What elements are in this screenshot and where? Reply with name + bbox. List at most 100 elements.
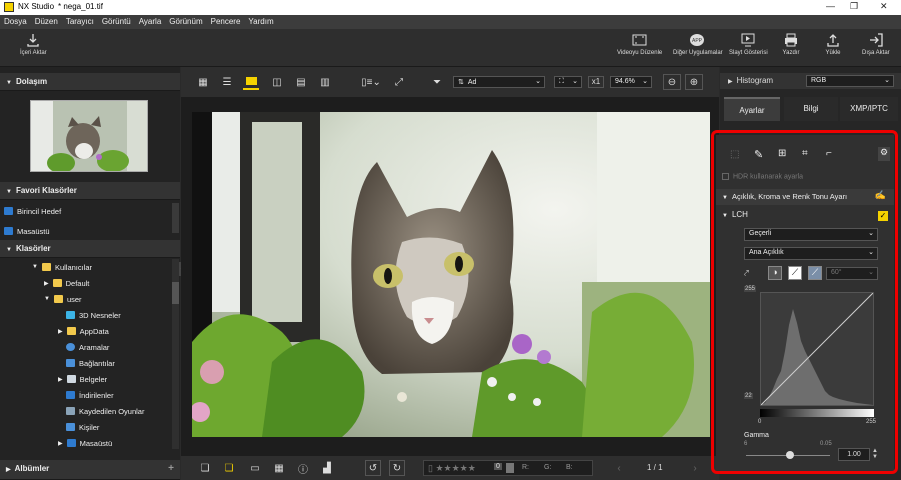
desktop-icon — [4, 227, 13, 235]
export-button[interactable]: Dışa Aktar — [862, 32, 890, 56]
albums-header[interactable]: ▶ Albümler + — [0, 460, 180, 480]
menu-adjust[interactable]: Ayarla — [135, 15, 166, 28]
contacts-icon — [66, 423, 75, 431]
printer-icon — [780, 32, 802, 48]
tree-item[interactable]: Kişiler — [0, 419, 172, 435]
restore-icon[interactable]: ❐ — [850, 1, 858, 12]
favorites-header[interactable]: ▼ Favori Klasörler — [0, 182, 180, 200]
navigation-header[interactable]: ▼ Dolaşım — [0, 73, 180, 91]
zoom-multiplier[interactable]: x1 — [588, 76, 604, 88]
chevron-down-icon: ⌄ — [535, 78, 541, 85]
filmstrip-view-icon[interactable]: ▥ — [317, 74, 333, 90]
prev-icon[interactable]: ‹ — [611, 460, 627, 476]
histogram-icon[interactable]: ▟ — [319, 460, 335, 476]
sort-dropdown[interactable]: ⇅ Ad ⌄ — [453, 76, 545, 88]
menu-edit[interactable]: Düzen — [31, 15, 62, 28]
folder-icon — [66, 327, 76, 335]
favorites-scrollbar[interactable] — [172, 203, 179, 233]
tree-item[interactable]: ▶ Default — [0, 275, 172, 291]
close-icon[interactable]: ✕ — [880, 1, 888, 12]
label-number[interactable]: 0 — [494, 463, 502, 470]
tab-xmp[interactable]: XMP/IPTC — [840, 97, 898, 121]
app-icon: APP — [687, 32, 709, 48]
file-title: * nega_01.tif — [58, 2, 103, 11]
next-icon[interactable]: › — [687, 460, 703, 476]
download-icon — [66, 391, 75, 399]
import-button[interactable]: İçeri Aktar — [20, 32, 47, 56]
compare-view-icon[interactable]: ◫ — [269, 74, 285, 90]
rotate-left-icon[interactable]: ↺ — [365, 460, 381, 476]
menu-view[interactable]: Görünüm — [165, 15, 206, 28]
multi-view-icon[interactable]: ▤ — [293, 74, 309, 90]
main-photo[interactable] — [192, 112, 710, 437]
bottom-toolbar: ❏ ❏ ▭ ▦ ⓘ ▟ ↺ ↻ ▯ ★★★★★ 0 R: G: B: ‹ 1 /… — [181, 456, 719, 480]
app-title: NX Studio — [18, 2, 55, 11]
tree-item[interactable]: Kaydedilen Oyunlar — [0, 403, 172, 419]
single-view-icon[interactable] — [243, 74, 259, 90]
info-icon[interactable]: ⓘ — [295, 460, 311, 476]
menu-browser[interactable]: Tarayıcı — [62, 15, 98, 28]
cube-icon — [66, 311, 75, 319]
zoom-out-icon[interactable]: ⊖ — [663, 74, 681, 90]
full-screen-icon[interactable]: ⤢ — [391, 74, 407, 90]
zoom-in-icon[interactable]: ⊕ — [685, 74, 703, 90]
upload-icon — [822, 32, 844, 48]
tree-item[interactable]: ▶ Belgeler — [0, 371, 172, 387]
tree-item[interactable]: Aramalar — [0, 339, 172, 355]
tree-item[interactable]: ▼ Kullanıcılar — [0, 259, 172, 275]
label-swatch[interactable] — [506, 463, 514, 473]
app-logo-icon — [4, 2, 14, 12]
tree-item[interactable]: ▼ user — [0, 291, 172, 307]
upload-button[interactable]: Yükle — [822, 32, 844, 56]
title-bar: NX Studio * nega_01.tif — ❐ ✕ — [0, 0, 901, 15]
slideshow-button[interactable]: Slayt Gösterisi — [729, 32, 768, 56]
tree-item[interactable]: ▶ AppData — [0, 323, 172, 339]
navigator-thumbnail[interactable] — [30, 100, 148, 172]
other-apps-button[interactable]: APP Diğer Uygulamalar — [673, 32, 723, 56]
grid-view-icon[interactable]: ▦ — [195, 74, 211, 90]
folders-header[interactable]: ▼ Klasörler — [0, 240, 180, 258]
menu-bar: Dosya Düzen Tarayıcı Görüntü Ayarla Görünüm Pe… — [0, 15, 901, 29]
export-icon — [865, 32, 887, 48]
compare-icon[interactable]: ❏ — [221, 460, 237, 476]
chevron-down-icon: ⌄ — [884, 77, 890, 84]
favorite-item[interactable]: Birincil Hedef — [4, 203, 176, 219]
link-icon — [66, 359, 75, 367]
tree-item[interactable]: Bağlantılar — [0, 355, 172, 371]
tree-item[interactable]: İndirilenler — [0, 387, 172, 403]
tab-settings[interactable]: Ayarlar — [724, 97, 780, 121]
rotate-right-icon[interactable]: ↻ — [389, 460, 405, 476]
histogram-channel-dropdown[interactable]: RGB ⌄ — [806, 75, 894, 87]
folder-icon — [41, 263, 51, 271]
folder-icon — [53, 295, 63, 303]
view-toolbar: ▦ ☰ ◫ ▤ ▥ ▯≡⌄ ⤢ ⏷ ⇅ Ad ⌄ ⛶ ⌄ x1 94.6% ⌄ ⊖ ⊕ — [181, 67, 719, 97]
rating-stars[interactable]: ▯ ★★★★★ — [428, 463, 476, 474]
video-edit-icon — [629, 32, 651, 48]
left-panel: ▼ Dolaşım ▼ Favori Klasörler Birincil Hede… — [0, 67, 180, 480]
tree-item[interactable]: 3D Nesneler — [0, 307, 172, 323]
layout-dropdown-icon[interactable]: ▯≡⌄ — [359, 74, 383, 90]
print-button[interactable]: Yazdır — [780, 32, 802, 56]
search-icon — [66, 343, 75, 351]
tab-info[interactable]: Bilgi — [784, 97, 838, 121]
list-view-icon[interactable]: ☰ — [219, 74, 235, 90]
tree-item[interactable]: ▶ Masaüstü — [0, 435, 172, 451]
minimize-icon[interactable]: — — [826, 1, 835, 11]
video-edit-button[interactable]: Videoyu Düzenle — [617, 32, 662, 56]
add-album-icon[interactable]: + — [168, 463, 174, 474]
menu-window[interactable]: Pencere — [207, 15, 245, 28]
metadata-icon[interactable]: ▭ — [247, 460, 263, 476]
highlight-frame — [711, 130, 898, 474]
filter-icon[interactable]: ⏷ — [429, 74, 445, 90]
fit-dropdown[interactable]: ⛶ ⌄ — [554, 76, 582, 88]
favorite-item[interactable]: Masaüstü — [4, 226, 176, 236]
stack-icon[interactable]: ❏ — [197, 460, 213, 476]
menu-file[interactable]: Dosya — [0, 15, 31, 28]
import-icon — [22, 32, 44, 48]
zoom-dropdown[interactable]: 94.6% ⌄ — [610, 76, 652, 88]
menu-image[interactable]: Görüntü — [98, 15, 135, 28]
grid-icon[interactable]: ▦ — [271, 460, 287, 476]
sort-icon: ⇅ — [458, 79, 464, 86]
menu-help[interactable]: Yardım — [244, 15, 277, 28]
folders-scrollbar-thumb[interactable] — [172, 282, 179, 304]
